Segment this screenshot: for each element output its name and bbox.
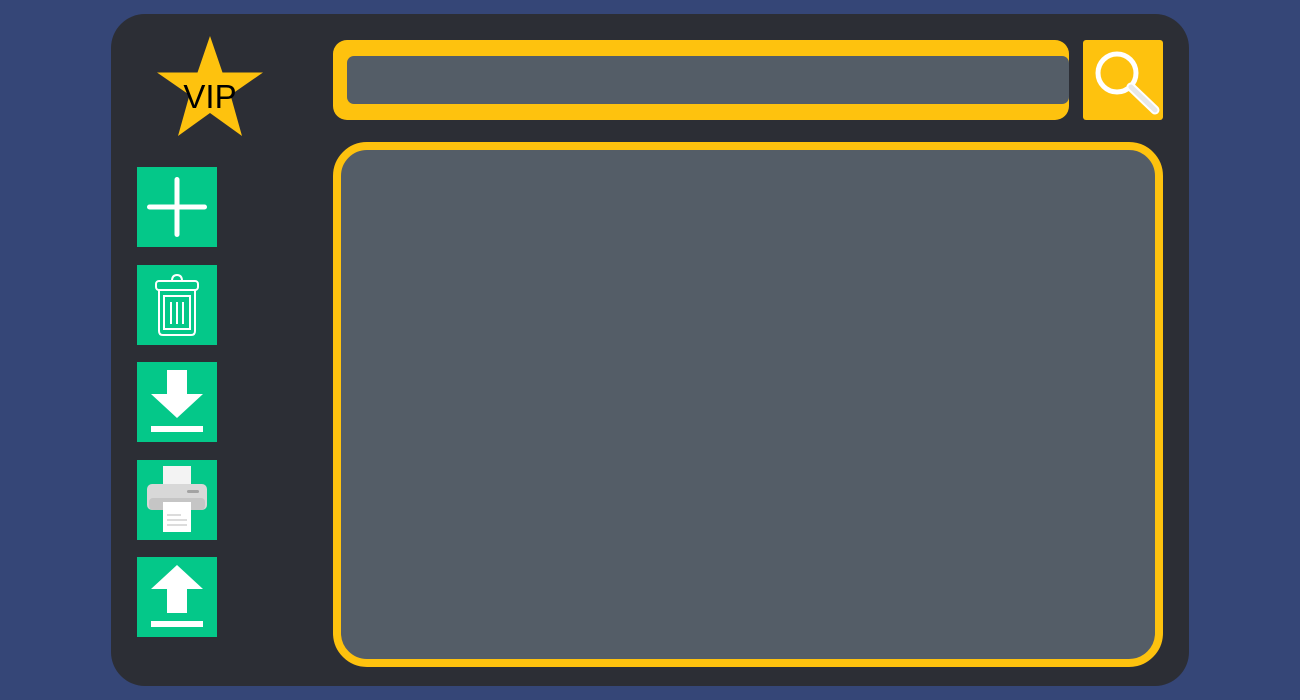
upload-icon <box>151 565 203 627</box>
magnifier-icon <box>1095 51 1160 115</box>
content-panel[interactable] <box>333 142 1163 667</box>
vip-badge: VIP <box>155 34 265 142</box>
upload-button[interactable] <box>137 557 217 637</box>
search-box <box>333 40 1069 120</box>
download-button[interactable] <box>137 362 217 442</box>
trash-icon <box>155 273 199 336</box>
vip-label: VIP <box>183 78 237 115</box>
print-button[interactable] <box>137 460 217 540</box>
search-button[interactable] <box>1083 40 1163 120</box>
printer-icon <box>147 466 207 532</box>
download-icon <box>151 370 203 432</box>
search-input[interactable] <box>347 56 1069 104</box>
plus-icon <box>147 177 207 237</box>
app-window: VIP <box>111 14 1189 686</box>
add-button[interactable] <box>137 167 217 247</box>
delete-button[interactable] <box>137 265 217 345</box>
